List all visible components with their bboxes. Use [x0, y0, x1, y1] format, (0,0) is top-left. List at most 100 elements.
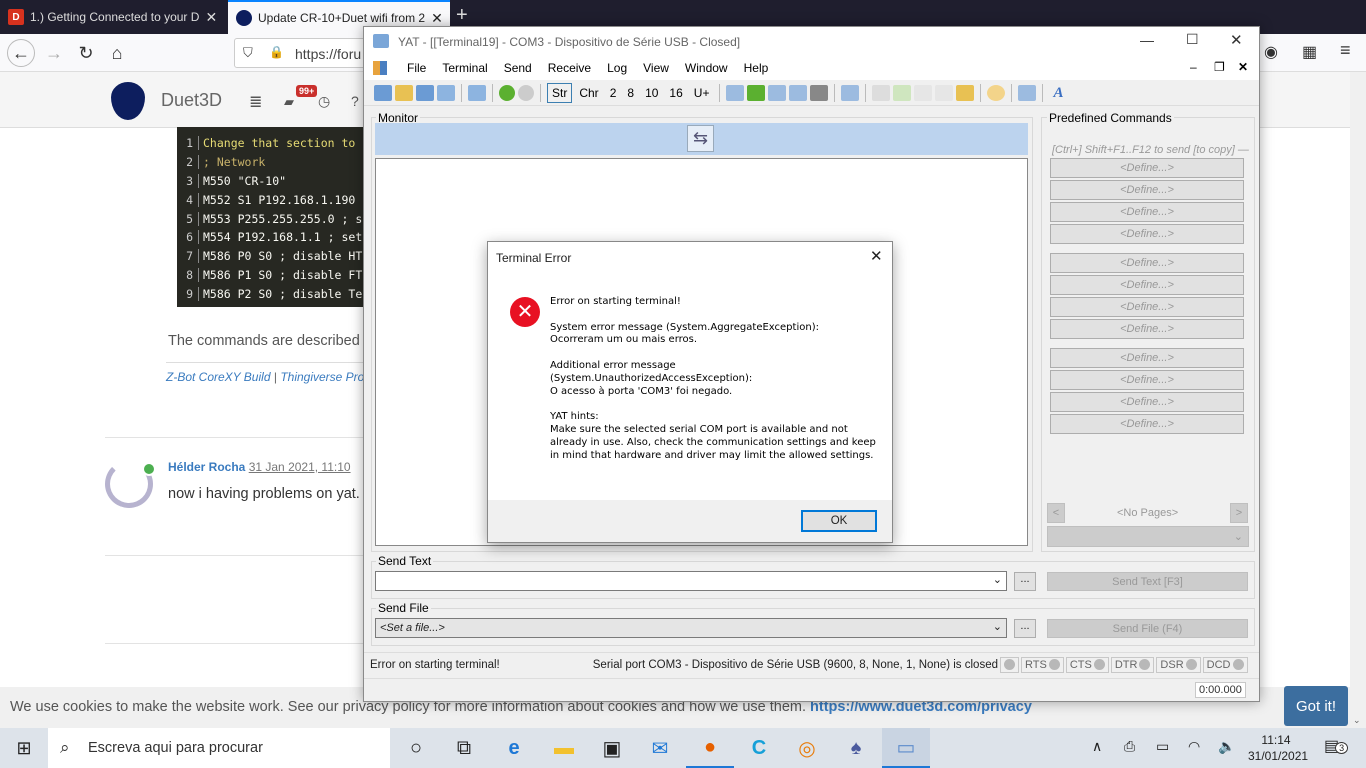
account-icon[interactable]: ◉: [1264, 42, 1278, 62]
close-window-icon[interactable]: ✕: [1230, 31, 1243, 49]
maximize-icon[interactable]: ☐: [1186, 31, 1199, 48]
home-icon[interactable]: ⌂: [103, 39, 131, 67]
menu-log[interactable]: Log: [599, 61, 635, 75]
yat-taskbar-icon[interactable]: ▭: [882, 728, 930, 768]
print-icon[interactable]: [810, 85, 829, 101]
duet3d-logo-icon[interactable]: [111, 82, 145, 120]
log-on-icon[interactable]: [893, 85, 912, 101]
url-bar[interactable]: ⛉ 🔒 https://foru: [234, 38, 374, 68]
got-it-button[interactable]: Got it!: [1284, 686, 1348, 726]
child-minimize-icon[interactable]: –: [1190, 60, 1197, 74]
send-text-input[interactable]: ⌄: [375, 571, 1007, 591]
menu-icon[interactable]: ≡: [1340, 40, 1351, 61]
dialog-close-icon[interactable]: ✕: [870, 247, 883, 265]
log-off-icon[interactable]: [914, 85, 933, 101]
menu-file[interactable]: File: [399, 61, 434, 75]
define-command-button-5[interactable]: <Define...>: [1050, 253, 1244, 273]
edge-icon[interactable]: e: [490, 728, 538, 768]
taskbar-search[interactable]: ⌕ Escreva aqui para procurar: [48, 728, 390, 768]
categories-icon[interactable]: ≣: [249, 92, 262, 112]
zbot-link[interactable]: Z-Bot CoreXY Build: [166, 370, 271, 384]
minimize-icon[interactable]: —: [1140, 32, 1154, 48]
menu-terminal[interactable]: Terminal: [434, 61, 495, 75]
child-restore-icon[interactable]: ❐: [1214, 60, 1225, 74]
define-command-button-12[interactable]: <Define...>: [1050, 414, 1244, 434]
define-command-button-2[interactable]: <Define...>: [1050, 180, 1244, 200]
copy-monitor-icon[interactable]: [768, 85, 787, 101]
define-command-button-3[interactable]: <Define...>: [1050, 202, 1244, 222]
prev-page-button[interactable]: <: [1047, 503, 1065, 523]
rts-indicator[interactable]: RTS: [1021, 656, 1064, 673]
recent-icon[interactable]: ◷: [318, 93, 330, 110]
back-icon[interactable]: ←: [7, 39, 35, 67]
tab-getting-connected[interactable]: D 1.) Getting Connected to your D ✕: [0, 0, 225, 34]
child-close-icon[interactable]: ✕: [1238, 60, 1248, 74]
firefox-icon[interactable]: ●: [686, 728, 734, 768]
menu-view[interactable]: View: [635, 61, 677, 75]
send-file-combo[interactable]: <Set a file...> ⌄: [375, 618, 1007, 638]
radix-chr-button[interactable]: Chr: [575, 84, 602, 102]
task-view-icon[interactable]: ⧉: [440, 728, 488, 768]
close-port-icon[interactable]: [518, 85, 534, 101]
blender-icon[interactable]: ◎: [783, 728, 831, 768]
page-scrollbar[interactable]: ⌄: [1350, 72, 1366, 728]
menu-send[interactable]: Send: [496, 61, 540, 75]
save-monitor-icon[interactable]: [789, 85, 808, 101]
save-all-icon[interactable]: [437, 85, 455, 101]
new-terminal-icon[interactable]: [374, 85, 392, 101]
define-command-button-10[interactable]: <Define...>: [1050, 370, 1244, 390]
swap-direction-icon[interactable]: ⇆: [687, 125, 714, 152]
menu-receive[interactable]: Receive: [540, 61, 599, 75]
battery-icon[interactable]: ▭: [1156, 738, 1169, 755]
cortana-icon[interactable]: ○: [392, 728, 440, 768]
log-folder-icon[interactable]: [956, 85, 975, 101]
store-icon[interactable]: ▣: [588, 728, 636, 768]
auto-response-icon[interactable]: [987, 85, 1006, 101]
refresh-monitor-icon[interactable]: [747, 85, 766, 101]
cura-icon[interactable]: C: [735, 728, 783, 768]
send-text-history-button[interactable]: ...: [1014, 572, 1036, 591]
action-center-icon[interactable]: ▤3: [1324, 736, 1349, 756]
radix-oct-button[interactable]: 8: [623, 84, 638, 102]
log-clear-icon[interactable]: [935, 85, 954, 101]
close-tab-icon[interactable]: ✕: [205, 9, 217, 26]
define-command-button-8[interactable]: <Define...>: [1050, 319, 1244, 339]
open-port-icon[interactable]: [499, 85, 515, 101]
find-icon[interactable]: [841, 85, 860, 101]
thingiverse-link[interactable]: Thingiverse Profi: [280, 370, 370, 384]
send-file-browse-button[interactable]: ...: [1014, 619, 1036, 638]
ok-button[interactable]: OK: [801, 510, 877, 532]
post-date[interactable]: 31 Jan 2021, 11:10: [249, 460, 351, 474]
radix-dec-button[interactable]: 10: [641, 84, 662, 102]
log-settings-icon[interactable]: [872, 85, 891, 101]
close-tab-icon[interactable]: ✕: [431, 10, 443, 27]
forward-icon[interactable]: →: [40, 39, 68, 67]
define-command-button-4[interactable]: <Define...>: [1050, 224, 1244, 244]
app-icon[interactable]: ♠: [832, 728, 880, 768]
menu-help[interactable]: Help: [736, 61, 777, 75]
define-command-button-1[interactable]: <Define...>: [1050, 158, 1244, 178]
wifi-icon[interactable]: ◠: [1188, 738, 1200, 755]
send-text-button[interactable]: Send Text [F3]: [1047, 572, 1248, 591]
clear-monitor-icon[interactable]: [726, 85, 745, 101]
device-icon[interactable]: ⎙: [1124, 738, 1135, 755]
open-terminal-icon[interactable]: [395, 85, 413, 101]
send-file-button[interactable]: Send File (F4): [1047, 619, 1248, 638]
dtr-indicator[interactable]: DTR: [1110, 656, 1155, 673]
menu-window[interactable]: Window: [677, 61, 736, 75]
format-icon[interactable]: A: [1049, 83, 1067, 104]
define-command-button-7[interactable]: <Define...>: [1050, 297, 1244, 317]
brand-name[interactable]: Duet3D: [161, 90, 222, 111]
show-hidden-icons[interactable]: ∧: [1092, 738, 1102, 755]
define-command-button-6[interactable]: <Define...>: [1050, 275, 1244, 295]
terminal-settings-icon[interactable]: [468, 85, 486, 101]
new-tab-icon[interactable]: +: [456, 4, 468, 27]
next-page-button[interactable]: >: [1230, 503, 1248, 523]
reload-icon[interactable]: ↻: [72, 39, 100, 67]
mail-icon[interactable]: ✉: [636, 728, 684, 768]
radix-str-button[interactable]: Str: [547, 83, 573, 103]
define-command-button-11[interactable]: <Define...>: [1050, 392, 1244, 412]
extensions-icon[interactable]: ▦: [1302, 42, 1317, 62]
post-author[interactable]: Hélder Rocha: [168, 460, 245, 474]
file-explorer-icon[interactable]: ▬: [540, 728, 588, 768]
